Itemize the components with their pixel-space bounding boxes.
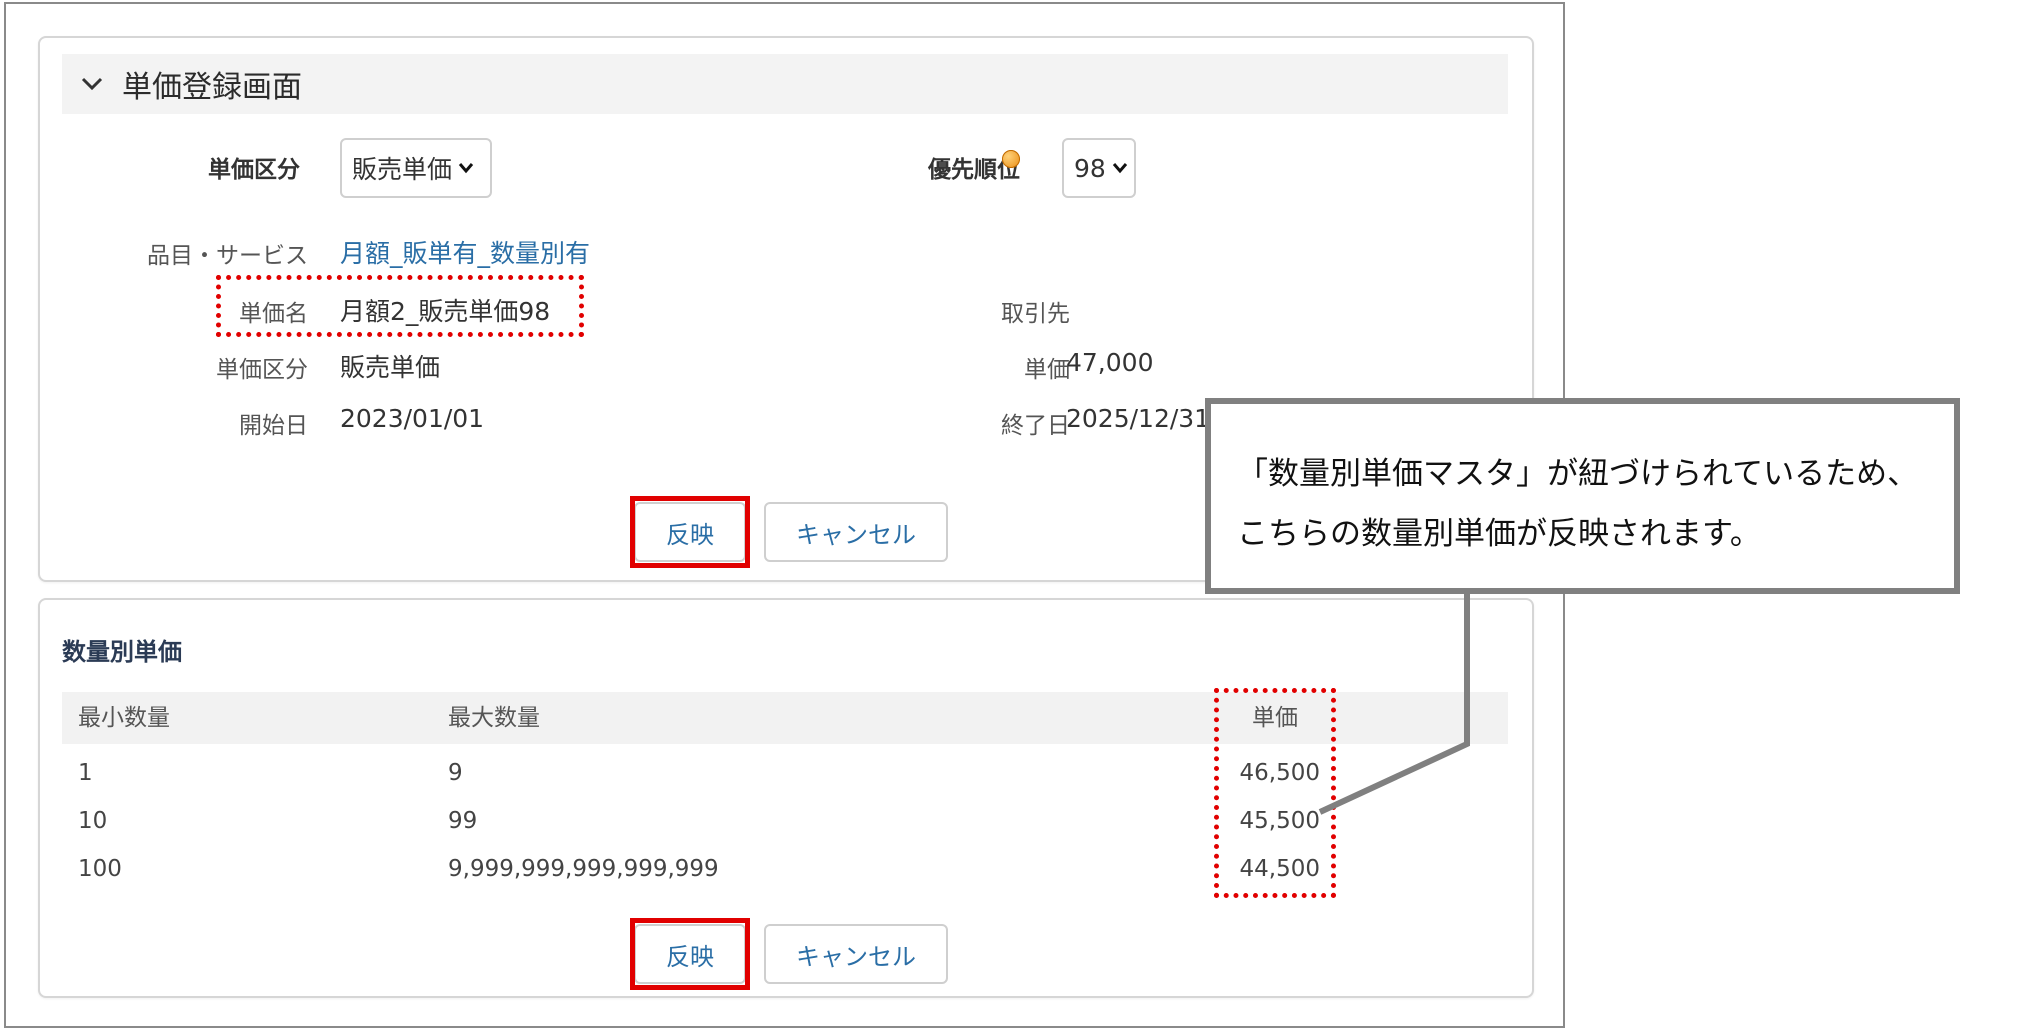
callout-line-1: 「数量別単価マスタ」が紐づけられているため、 (1237, 456, 1919, 492)
annotation-callout: 「数量別単価マスタ」が紐づけられているため、 こちらの数量別単価が反映されます。 (1205, 398, 1960, 594)
callout-line-2: こちらの数量別単価が反映されます。 (1237, 516, 1761, 552)
